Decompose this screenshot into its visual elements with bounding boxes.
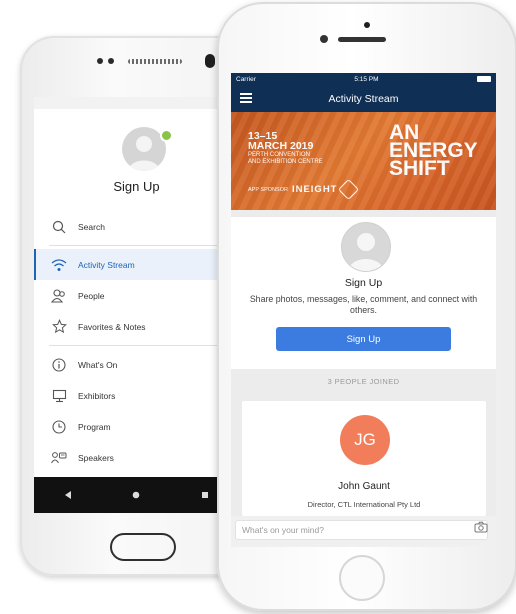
banner-venue-line: AND EXHIBITION CENTRE bbox=[248, 159, 323, 165]
person-card[interactable]: JG John Gaunt Director, CTL Internationa… bbox=[242, 401, 486, 516]
back-icon[interactable] bbox=[63, 490, 73, 500]
proximity-sensor bbox=[364, 22, 370, 28]
menu-item-label: Activity Stream bbox=[78, 259, 135, 270]
wifi-icon bbox=[49, 255, 69, 275]
hamburger-menu-icon[interactable] bbox=[240, 93, 252, 103]
banner-date-month: MARCH 2019 bbox=[248, 140, 314, 152]
menu-divider bbox=[49, 245, 239, 246]
menu-item-label: What's On bbox=[78, 359, 118, 370]
sponsor-logo-icon bbox=[338, 178, 360, 201]
page-title: Activity Stream bbox=[328, 92, 399, 105]
monitor-icon bbox=[49, 386, 69, 406]
sensor-dots bbox=[97, 58, 114, 64]
iphone-home-button[interactable] bbox=[339, 555, 385, 601]
signup-card: Sign Up Share photos, messages, like, co… bbox=[231, 217, 496, 369]
earpiece-speaker bbox=[128, 59, 182, 64]
online-status-indicator bbox=[160, 129, 173, 142]
menu-item-label: Speakers bbox=[78, 452, 114, 463]
speaker-icon bbox=[49, 448, 69, 468]
earpiece-speaker bbox=[338, 37, 386, 42]
banner-venue: PERTH CONVENTION AND EXHIBITION CENTRE bbox=[248, 152, 348, 166]
post-input[interactable]: What's on your mind? bbox=[235, 520, 488, 540]
info-icon bbox=[49, 355, 69, 375]
menu-item-whats-on[interactable]: What's On bbox=[34, 349, 239, 380]
signup-button[interactable]: Sign Up bbox=[276, 327, 451, 351]
camera-icon[interactable] bbox=[474, 521, 488, 533]
menu-item-exhibitors[interactable]: Exhibitors bbox=[34, 380, 239, 411]
slogan-word: ENERGY bbox=[389, 139, 478, 162]
home-circle-icon[interactable] bbox=[131, 490, 141, 500]
menu-item-program[interactable]: Program bbox=[34, 411, 239, 442]
star-icon bbox=[49, 317, 69, 337]
iphone-screen: Carrier 5:15 PM Activity Stream 13–15 MA… bbox=[231, 73, 496, 547]
banner-slogan: AN ENERGY SHIFT bbox=[389, 121, 478, 180]
recents-icon[interactable] bbox=[200, 490, 210, 500]
signup-description: Share photos, messages, like, comment, a… bbox=[249, 294, 478, 315]
menu-item-search[interactable]: Search bbox=[34, 211, 239, 242]
sponsor-label: APP SPONSOR bbox=[248, 186, 288, 193]
menu-divider bbox=[49, 345, 239, 346]
menu-item-favorites-notes[interactable]: Favorites & Notes bbox=[34, 311, 239, 342]
banner-date: 13–15 MARCH 2019 bbox=[248, 130, 314, 152]
front-camera bbox=[205, 54, 215, 68]
android-status-bar bbox=[34, 97, 239, 109]
menu-item-label: Favorites & Notes bbox=[78, 321, 146, 332]
menu-item-activity-stream[interactable]: Activity Stream bbox=[34, 249, 239, 280]
menu-item-label: Program bbox=[78, 421, 111, 432]
banner-date-days: 13–15 bbox=[248, 130, 278, 142]
person-role: Director, CTL International Pty Ltd bbox=[307, 500, 421, 509]
navigation-menu: Search Activity Stream People Favorites bbox=[34, 211, 239, 473]
iphone: Carrier 5:15 PM Activity Stream 13–15 MA… bbox=[217, 2, 516, 611]
android-home-button[interactable] bbox=[110, 533, 176, 561]
menu-item-label: People bbox=[78, 290, 105, 301]
android-nav-bar bbox=[34, 477, 239, 513]
menu-item-people[interactable]: People bbox=[34, 280, 239, 311]
battery-icon bbox=[477, 76, 491, 82]
ios-status-bar: Carrier 5:15 PM bbox=[231, 73, 496, 85]
post-composer: What's on your mind? bbox=[231, 516, 496, 547]
banner-sponsor: APP SPONSOR INEIGHT bbox=[248, 178, 360, 201]
slogan-word: SHIFT bbox=[389, 157, 450, 180]
people-icon bbox=[49, 286, 69, 306]
menu-item-label: Exhibitors bbox=[78, 390, 116, 401]
menu-item-speakers[interactable]: Speakers bbox=[34, 442, 239, 473]
status-time: 5:15 PM bbox=[354, 75, 379, 83]
event-banner[interactable]: 13–15 MARCH 2019 PERTH CONVENTION AND EX… bbox=[231, 112, 496, 210]
clock-icon bbox=[49, 417, 69, 437]
avatar[interactable] bbox=[341, 222, 391, 272]
person-name: John Gaunt bbox=[338, 481, 390, 492]
front-camera bbox=[320, 35, 328, 43]
signup-title: Sign Up bbox=[344, 277, 383, 289]
banner-venue-line: PERTH CONVENTION bbox=[248, 152, 310, 158]
search-icon bbox=[49, 217, 69, 237]
android-screen: Sign Up Search Activity Stream People Fa… bbox=[34, 97, 239, 513]
app-header: Activity Stream bbox=[231, 85, 496, 112]
avatar: JG bbox=[340, 415, 390, 465]
people-joined-label: 3 PEOPLE JOINED bbox=[327, 377, 400, 386]
menu-item-label: Search bbox=[78, 221, 105, 232]
carrier-label: Carrier bbox=[236, 75, 256, 83]
profile-title[interactable]: Sign Up bbox=[34, 179, 239, 194]
person-silhouette-icon bbox=[348, 233, 384, 271]
slogan-word: AN bbox=[389, 121, 420, 144]
sponsor-logo: INEIGHT bbox=[291, 184, 338, 195]
